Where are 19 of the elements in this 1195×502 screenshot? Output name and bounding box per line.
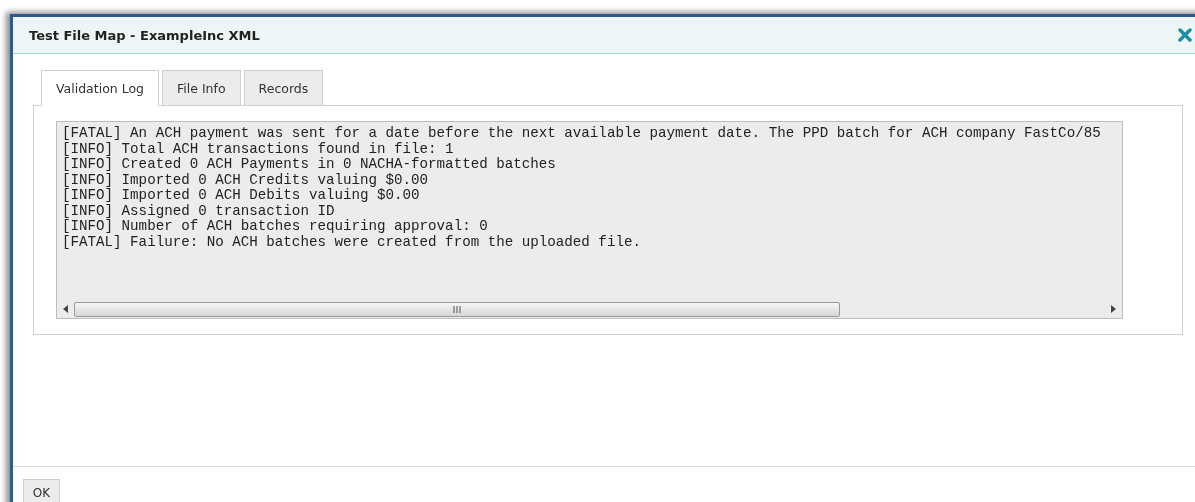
dialog-title: Test File Map - ExampleInc XML bbox=[29, 27, 260, 43]
log-line: [INFO] Imported 0 ACH Debits valuing $0.00 bbox=[62, 188, 421, 204]
scroll-left-icon[interactable] bbox=[63, 305, 68, 313]
scroll-right-icon[interactable] bbox=[1111, 305, 1116, 313]
close-icon bbox=[1178, 28, 1192, 42]
log-line: [INFO] Number of ACH batches requiring approval: 0 bbox=[62, 219, 489, 235]
ok-button[interactable]: OK bbox=[23, 479, 60, 502]
tab[interactable]: File Info bbox=[162, 70, 241, 106]
log-line: [FATAL] An ACH payment was sent for a date before the next available payment date. The PPD batch for ACH company FastCo/85 bbox=[62, 126, 1102, 142]
log-line: [FATAL] Failure: No ACH batches were created from the uploaded file. bbox=[62, 234, 642, 250]
log-line: [INFO] Created 0 ACH Payments in 0 NACHA-formatted batches bbox=[62, 157, 557, 173]
tab[interactable]: Validation Log bbox=[41, 70, 160, 106]
log-line: [INFO] Total ACH transactions found in file: 1 bbox=[62, 141, 455, 157]
log-line: [INFO] Imported 0 ACH Credits valuing $0.00 bbox=[62, 172, 430, 188]
grip-icon bbox=[453, 305, 461, 313]
scrollbar-thumb[interactable] bbox=[74, 301, 840, 317]
close-button[interactable] bbox=[1178, 28, 1192, 42]
tab[interactable]: Records bbox=[243, 70, 324, 106]
log-line: [INFO] Assigned 0 transaction ID bbox=[62, 203, 336, 219]
